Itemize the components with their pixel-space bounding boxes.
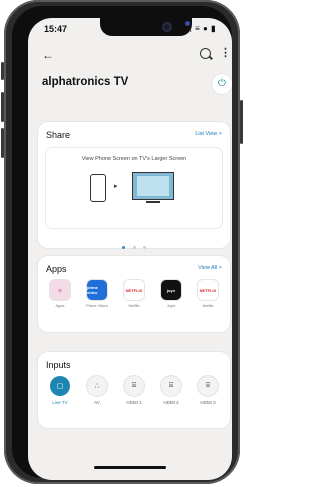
front-camera: [162, 22, 172, 32]
carousel-indicator: [38, 236, 230, 254]
hdmi-icon: ⌸: [124, 376, 144, 396]
phone-frame: 15:47 ⋮≡ ● ▮ ← ⋮ alphatronics TV ⏻ Share…: [1, 0, 243, 484]
app-icon: NETFLIX: [198, 280, 218, 300]
tv-illustration-icon: [132, 172, 174, 200]
status-bar: 15:47 ⋮≡ ● ▮: [28, 18, 232, 40]
mute-switch: [1, 62, 4, 80]
home-indicator[interactable]: [94, 466, 166, 469]
more-options-icon[interactable]: ⋮: [220, 46, 231, 59]
search-icon[interactable]: [200, 48, 211, 59]
phone-illustration-icon: [90, 174, 106, 202]
carousel-dot[interactable]: [132, 246, 136, 249]
apps-heading: Apps: [46, 264, 67, 274]
app-tile[interactable]: NETFLIX Netflix: [118, 280, 150, 320]
share-heading: Share: [46, 130, 71, 140]
tv-icon: ▢: [50, 376, 70, 396]
input-source-label: HDMI 2: [163, 400, 179, 405]
back-arrow-icon[interactable]: ←: [42, 48, 54, 62]
phone-bezel: 15:47 ⋮≡ ● ▮ ← ⋮ alphatronics TV ⏻ Share…: [12, 6, 232, 480]
power-icon: ⏻: [218, 78, 226, 89]
input-source-item[interactable]: ⌸ HDMI 2: [155, 376, 187, 416]
app-tile[interactable]: prime video Prime Video: [81, 280, 113, 320]
app-icon: joyn: [161, 280, 181, 300]
hdmi-icon: ⌸: [198, 376, 218, 396]
status-icons: ⋮≡ ● ▮: [186, 24, 216, 33]
input-source-label: AV: [94, 400, 100, 405]
share-banner-text: View Phone Screen on TV's Larger Screen: [81, 156, 187, 162]
notch: [100, 18, 192, 36]
arrow-right-icon: ▸: [114, 183, 118, 190]
app-screen: 15:47 ⋮≡ ● ▮ ← ⋮ alphatronics TV ⏻ Share…: [28, 18, 232, 480]
app-tile[interactable]: ☷ Apps: [44, 280, 76, 320]
input-source-item[interactable]: ⌸ HDMI 1: [118, 376, 150, 416]
app-label: Joyn: [166, 303, 176, 308]
app-label: Netflix: [202, 303, 214, 308]
input-source-label: HDMI 1: [126, 400, 142, 405]
app-icon: prime video: [87, 280, 107, 300]
apps-card: Apps View All > ☷ Apps prime video Prime Vi…: [38, 256, 230, 332]
input-source-item[interactable]: ∴ AV: [81, 376, 113, 416]
input-source-label: HDMI 3: [200, 400, 216, 405]
carousel-dot-active[interactable]: [122, 246, 126, 249]
app-label: Netflix: [128, 303, 140, 308]
power-button[interactable]: ⏻: [212, 74, 232, 94]
status-time: 15:47: [44, 24, 68, 34]
volume-up-button: [1, 92, 4, 122]
app-icon: ☷: [50, 280, 70, 300]
screen-share-banner[interactable]: View Phone Screen on TV's Larger Screen …: [46, 148, 222, 228]
input-source-label: Live TV: [52, 400, 68, 405]
av-icon: ∴: [87, 376, 107, 396]
inputs-row: ▢ Live TV ∴ AV ⌸ HDMI 1 ⌸ HDMI 2 ⌸ HDMI 3: [44, 376, 224, 416]
inputs-card: Inputs ▢ Live TV ∴ AV ⌸ HDMI 1 ⌸ HDMI 2 ⌸ HDMI 3: [38, 352, 230, 428]
tv-screen: [137, 176, 169, 196]
page-title: alphatronics TV: [42, 76, 129, 88]
list-view-link[interactable]: List View >: [195, 131, 222, 137]
power-side-button: [240, 100, 243, 144]
input-source-item[interactable]: ▢ Live TV: [44, 376, 76, 416]
carousel-dot[interactable]: [142, 246, 146, 249]
hdmi-icon: ⌸: [161, 376, 181, 396]
app-tile[interactable]: joyn Joyn: [155, 280, 187, 320]
app-icon: NETFLIX: [124, 280, 144, 300]
app-tile[interactable]: NETFLIX Netflix: [192, 280, 224, 320]
input-source-item[interactable]: ⌸ HDMI 3: [192, 376, 224, 416]
inputs-heading: Inputs: [46, 360, 71, 370]
share-card: Share List View > View Phone Screen on T…: [38, 122, 230, 249]
apps-row: ☷ Apps prime video Prime Video NETFLIX Netfli…: [44, 280, 224, 320]
volume-down-button: [1, 128, 4, 158]
app-bar: ← ⋮: [28, 46, 232, 66]
tv-stand: [146, 201, 160, 203]
app-label: Prime Video: [86, 303, 108, 308]
view-all-link[interactable]: View All >: [198, 265, 222, 271]
app-label: Apps: [55, 303, 65, 308]
